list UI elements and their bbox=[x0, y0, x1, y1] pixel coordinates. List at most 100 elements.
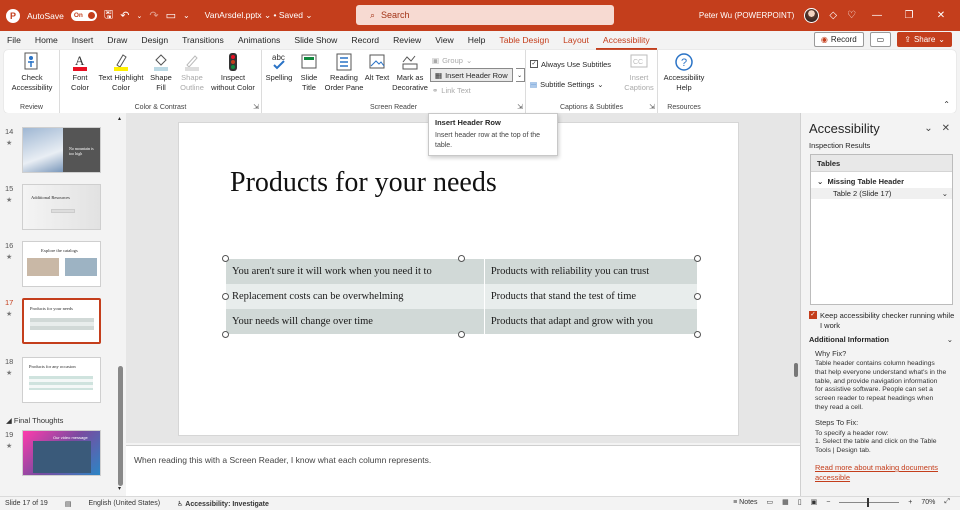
comments-button[interactable]: ▭ bbox=[869, 32, 892, 47]
zoom-out-icon[interactable]: − bbox=[826, 499, 830, 506]
redo-icon[interactable]: ↷ bbox=[149, 9, 158, 22]
section-final-thoughts[interactable]: ◢ Final Thoughts bbox=[6, 416, 63, 425]
chevron-down-icon[interactable]: ⌄ bbox=[924, 123, 932, 134]
zoom-slider[interactable] bbox=[839, 497, 900, 507]
tab-draw[interactable]: Draw bbox=[100, 31, 134, 50]
tab-animations[interactable]: Animations bbox=[231, 31, 288, 50]
issue-item-table-2[interactable]: Table 2 (Slide 17) ⌄ bbox=[811, 188, 952, 199]
issue-missing-table-header[interactable]: ⌄ Missing Table Header bbox=[817, 177, 904, 186]
check-accessibility-button[interactable]: Check Accessibility bbox=[10, 52, 54, 92]
tab-transitions[interactable]: Transitions bbox=[175, 31, 231, 50]
current-slide[interactable]: Products for your needs You aren't sure … bbox=[178, 122, 739, 436]
save-icon[interactable]: 🖫 bbox=[104, 6, 113, 25]
keep-running-checkbox[interactable]: ✓ bbox=[809, 311, 817, 319]
present-icon[interactable]: ▭ bbox=[166, 9, 176, 22]
insert-header-row-button[interactable]: ▦ Insert Header Row bbox=[430, 68, 513, 82]
chevron-down-icon[interactable]: ⌄ bbox=[942, 188, 948, 199]
resize-handle[interactable] bbox=[694, 255, 701, 262]
autosave-toggle[interactable]: On bbox=[70, 10, 97, 21]
products-table[interactable]: You aren't sure it will work when you ne… bbox=[226, 259, 699, 334]
font-color-button[interactable]: A Font Color bbox=[64, 52, 96, 92]
table-cell[interactable]: Products with reliability you can trust bbox=[484, 259, 699, 284]
additional-information-header[interactable]: ⌄ Additional Information bbox=[809, 335, 953, 344]
accessibility-help-button[interactable]: ? Accessibility Help bbox=[662, 52, 706, 92]
slide-title[interactable]: Products for your needs bbox=[230, 167, 497, 199]
alt-text-button[interactable]: Alt Text bbox=[364, 52, 390, 83]
dialog-launcher-icon[interactable]: ⇲ bbox=[517, 103, 523, 111]
notes-button[interactable]: ≡ Notes bbox=[733, 499, 757, 506]
tab-design[interactable]: Design bbox=[134, 31, 175, 50]
resize-handle[interactable] bbox=[694, 331, 701, 338]
reading-order-pane-button[interactable]: Reading Order Pane bbox=[324, 52, 364, 92]
resize-handle[interactable] bbox=[222, 331, 229, 338]
normal-view-icon[interactable]: ▭ bbox=[766, 498, 773, 506]
notes-icon[interactable]: ▤ bbox=[65, 500, 72, 508]
record-button[interactable]: ◉ Record bbox=[813, 32, 864, 47]
mark-decorative-button[interactable]: Mark as Decorative bbox=[390, 52, 430, 92]
tab-table-design[interactable]: Table Design bbox=[492, 31, 556, 50]
tab-record[interactable]: Record bbox=[344, 31, 386, 50]
avatar[interactable] bbox=[804, 8, 820, 23]
spelling-button[interactable]: abc Spelling bbox=[264, 52, 294, 83]
tab-help[interactable]: Help bbox=[461, 31, 493, 50]
table-cell[interactable]: Your needs will change over time bbox=[226, 309, 485, 334]
inspect-without-color-button[interactable]: Inspect without Color bbox=[208, 52, 258, 92]
read-more-link[interactable]: Read more about making documents accessi… bbox=[815, 463, 951, 483]
collapse-ribbon-icon[interactable]: ⌃ bbox=[943, 100, 950, 109]
tab-accessibility[interactable]: Accessibility bbox=[595, 31, 657, 50]
document-name[interactable]: VanArsdel.pptx ⌄ • Saved ⌄ bbox=[205, 10, 313, 21]
language-indicator[interactable]: English (United States) bbox=[88, 500, 160, 507]
restore-icon[interactable]: ❐ bbox=[898, 10, 920, 21]
tab-view[interactable]: View bbox=[428, 31, 460, 50]
undo-dropdown-icon[interactable]: ⌄ bbox=[136, 12, 142, 20]
tab-insert[interactable]: Insert bbox=[65, 31, 101, 50]
shape-fill-button[interactable]: Shape Fill bbox=[146, 52, 176, 92]
slide-sorter-icon[interactable]: ▦ bbox=[782, 498, 789, 506]
resize-handle[interactable] bbox=[222, 255, 229, 262]
close-icon[interactable]: ✕ bbox=[930, 10, 952, 21]
minimize-icon[interactable]: — bbox=[866, 10, 888, 21]
table-cell[interactable]: Replacement costs can be overwhelming bbox=[226, 284, 485, 309]
diamond-icon[interactable]: ◇ bbox=[829, 10, 837, 21]
subtitle-settings-button[interactable]: ▤ Subtitle Settings ⌄ bbox=[530, 77, 604, 91]
zoom-level[interactable]: 70% bbox=[921, 499, 935, 506]
slide-title-button[interactable]: Slide Title bbox=[294, 52, 324, 92]
resize-handle[interactable] bbox=[458, 331, 465, 338]
thumbnails-scrollbar[interactable]: ▴ ▾ bbox=[116, 113, 126, 496]
shape-outline-button[interactable]: Shape Outline bbox=[176, 52, 208, 92]
dialog-launcher-icon[interactable]: ⇲ bbox=[649, 103, 655, 111]
speaker-notes[interactable]: When reading this with a Screen Reader, … bbox=[126, 445, 800, 496]
search-input[interactable]: ⌕ Search bbox=[356, 5, 614, 25]
table-cell[interactable]: Products that adapt and grow with you bbox=[484, 309, 699, 334]
customize-qat-icon[interactable]: ⌄ bbox=[183, 11, 190, 20]
tab-file[interactable]: File bbox=[0, 31, 28, 50]
insert-header-row-dropdown[interactable]: ⌄ bbox=[515, 68, 525, 82]
table-cell[interactable]: Products that stand the test of time bbox=[484, 284, 699, 309]
dialog-launcher-icon[interactable]: ⇲ bbox=[253, 103, 259, 111]
resize-handle[interactable] bbox=[694, 293, 701, 300]
accessibility-status[interactable]: ♿ Accessibility: Investigate bbox=[177, 500, 269, 508]
slideshow-icon[interactable]: ▣ bbox=[811, 498, 818, 506]
table-cell[interactable]: You aren't sure it will work when you ne… bbox=[226, 259, 485, 284]
reading-view-icon[interactable]: ▯ bbox=[798, 498, 802, 506]
fit-to-window-icon[interactable]: ⤢ bbox=[944, 498, 950, 506]
text-highlight-button[interactable]: Text Highlight Color bbox=[96, 52, 146, 92]
tables-category[interactable]: Tables bbox=[811, 155, 952, 172]
link-text-button[interactable]: ⚭ Link Text bbox=[432, 83, 471, 97]
undo-icon[interactable]: ↶ bbox=[120, 9, 129, 22]
resize-handle[interactable] bbox=[222, 293, 229, 300]
scrollbar-thumb[interactable] bbox=[118, 366, 123, 486]
resize-handle[interactable] bbox=[458, 255, 465, 262]
zoom-in-icon[interactable]: + bbox=[908, 499, 912, 506]
always-use-subtitles-checkbox[interactable]: ✓ Always Use Subtitles bbox=[530, 57, 611, 71]
pane-scrollbar[interactable] bbox=[794, 363, 798, 377]
tab-review[interactable]: Review bbox=[386, 31, 428, 50]
insert-captions-button[interactable]: CC Insert Captions bbox=[622, 52, 656, 92]
lightbulb-icon[interactable]: ♡ bbox=[847, 10, 856, 21]
tab-home[interactable]: Home bbox=[28, 31, 65, 50]
tab-slide-show[interactable]: Slide Show bbox=[287, 31, 344, 50]
tab-layout[interactable]: Layout bbox=[556, 31, 596, 50]
share-button[interactable]: ⇪ Share ⌄ bbox=[897, 32, 952, 47]
group-button[interactable]: ▣ Group ⌄ bbox=[432, 53, 472, 67]
close-icon[interactable]: ✕ bbox=[942, 123, 950, 134]
